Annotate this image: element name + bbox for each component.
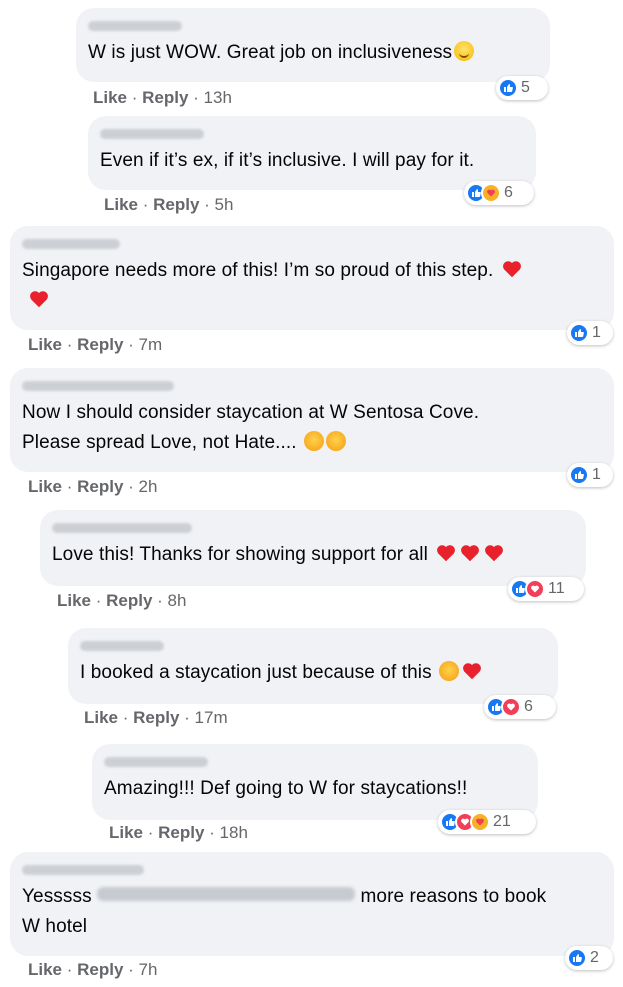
comment-text-line-2: Please spread Love, not Hate.... — [22, 428, 602, 458]
reaction-count: 2 — [590, 949, 599, 966]
comment-bubble: Singapore needs more of this! I’m so pro… — [10, 226, 614, 330]
commenter-name-blurred[interactable] — [104, 754, 526, 768]
like-link[interactable]: Like — [109, 823, 143, 842]
smiling-face-with-hearts-emoji-icon — [304, 431, 325, 451]
comment-bubble: Love this! Thanks for showing support fo… — [40, 510, 586, 586]
comment-time[interactable]: 8h — [168, 591, 187, 610]
reaction-count: 6 — [524, 698, 533, 715]
like-reaction-icon — [569, 323, 589, 343]
comment-actions: Like · Reply · 17m — [84, 708, 228, 727]
comment-bubble: Yesssss more reasons to book W hotel — [10, 852, 614, 956]
reply-link[interactable]: Reply — [158, 823, 204, 842]
like-link[interactable]: Like — [84, 708, 118, 727]
like-link[interactable]: Like — [57, 591, 91, 610]
smiling-face-with-heart-eyes-emoji-icon — [439, 661, 460, 681]
comment-actions: Like · Reply · 18h — [109, 823, 248, 842]
comment-actions: Like · Reply · 7m — [28, 335, 163, 354]
reaction-summary[interactable]: 5 — [496, 76, 548, 100]
smiling-face-with-hearts-emoji-icon — [326, 431, 347, 451]
commenter-name-blurred[interactable] — [22, 862, 602, 876]
reply-link[interactable]: Reply — [77, 335, 123, 354]
comment-text: Love this! Thanks for showing support fo… — [52, 540, 574, 570]
comment-actions: Like · Reply · 8h — [57, 591, 187, 610]
love-reaction-icon — [525, 579, 545, 599]
comment-bubble: Amazing!!! Def going to W for staycation… — [92, 744, 538, 820]
reaction-count: 1 — [592, 466, 601, 483]
comment-text-line-2: W hotel — [22, 916, 88, 937]
like-reaction-icon — [498, 78, 518, 98]
red-heart-emoji-icon — [437, 545, 456, 562]
comment-time[interactable]: 17m — [195, 708, 228, 727]
comment-text-line-1: Now I should consider staycation at W Se… — [22, 402, 480, 423]
comment-time[interactable]: 5h — [215, 195, 234, 214]
reply-link[interactable]: Reply — [133, 708, 179, 727]
commenter-name-blurred[interactable] — [80, 638, 546, 652]
smiley-emoji-icon — [454, 41, 475, 61]
comment-time[interactable]: 13h — [204, 88, 232, 107]
comment-actions: Like · Reply · 13h — [93, 88, 232, 107]
like-link[interactable]: Like — [104, 195, 138, 214]
reaction-count: 21 — [493, 813, 511, 830]
comment-text: W is just WOW. Great job on inclusivenes… — [88, 38, 538, 68]
care-reaction-icon — [470, 812, 490, 832]
red-heart-emoji-icon — [485, 545, 504, 562]
like-link[interactable]: Like — [93, 88, 127, 107]
red-heart-emoji-icon — [463, 663, 482, 680]
red-heart-emoji-icon — [502, 261, 521, 278]
reaction-summary[interactable]: 6 — [484, 695, 556, 719]
commenter-name-blurred[interactable] — [52, 520, 574, 534]
reply-link[interactable]: Reply — [106, 591, 152, 610]
comment-bubble: Now I should consider staycation at W Se… — [10, 368, 614, 472]
red-heart-emoji-icon — [461, 545, 480, 562]
comment-text: Singapore needs more of this! I’m so pro… — [22, 256, 607, 316]
reply-link[interactable]: Reply — [77, 477, 123, 496]
love-reaction-icon — [501, 697, 521, 717]
reaction-summary[interactable]: 1 — [567, 463, 613, 487]
reaction-count: 11 — [548, 580, 565, 597]
red-heart-emoji-icon — [30, 291, 48, 308]
reaction-count: 5 — [521, 79, 530, 96]
comment-actions: Like · Reply · 5h — [104, 195, 234, 214]
comment-bubble: W is just WOW. Great job on inclusivenes… — [76, 8, 550, 82]
reaction-count: 1 — [592, 324, 601, 341]
like-reaction-icon — [567, 948, 587, 968]
comment-text: Amazing!!! Def going to W for staycation… — [104, 778, 468, 799]
reaction-count: 6 — [504, 184, 513, 201]
reaction-summary[interactable]: 2 — [565, 946, 613, 970]
like-link[interactable]: Like — [28, 960, 62, 979]
like-link[interactable]: Like — [28, 335, 62, 354]
tagged-names-blurred[interactable] — [97, 887, 356, 901]
reaction-summary[interactable]: 11 — [508, 577, 584, 601]
like-reaction-icon — [569, 465, 589, 485]
like-link[interactable]: Like — [28, 477, 62, 496]
comment-text-line-1: Yesssss more reasons to book — [22, 886, 547, 907]
commenter-name-blurred[interactable] — [22, 236, 602, 250]
commenter-name-blurred[interactable] — [22, 378, 602, 392]
comment-time[interactable]: 18h — [220, 823, 248, 842]
commenter-name-blurred[interactable] — [100, 126, 524, 140]
comment-bubble: Even if it’s ex, if it’s inclusive. I wi… — [88, 116, 536, 190]
comment-text: I booked a staycation just because of th… — [80, 658, 546, 688]
reply-link[interactable]: Reply — [142, 88, 188, 107]
reaction-summary[interactable]: 1 — [567, 321, 613, 345]
commenter-name-blurred[interactable] — [88, 18, 538, 32]
reply-link[interactable]: Reply — [153, 195, 199, 214]
comment-time[interactable]: 7m — [139, 335, 163, 354]
reply-link[interactable]: Reply — [77, 960, 123, 979]
comment-time[interactable]: 2h — [139, 477, 158, 496]
comment-time[interactable]: 7h — [139, 960, 158, 979]
comment-text: Even if it’s ex, if it’s inclusive. I wi… — [100, 150, 475, 171]
comment-bubble: I booked a staycation just because of th… — [68, 628, 558, 704]
reaction-summary[interactable]: 6 — [464, 181, 534, 205]
comment-actions: Like · Reply · 2h — [28, 477, 158, 496]
comment-actions: Like · Reply · 7h — [28, 960, 158, 979]
care-reaction-icon — [481, 183, 501, 203]
reaction-summary[interactable]: 21 — [438, 810, 536, 834]
